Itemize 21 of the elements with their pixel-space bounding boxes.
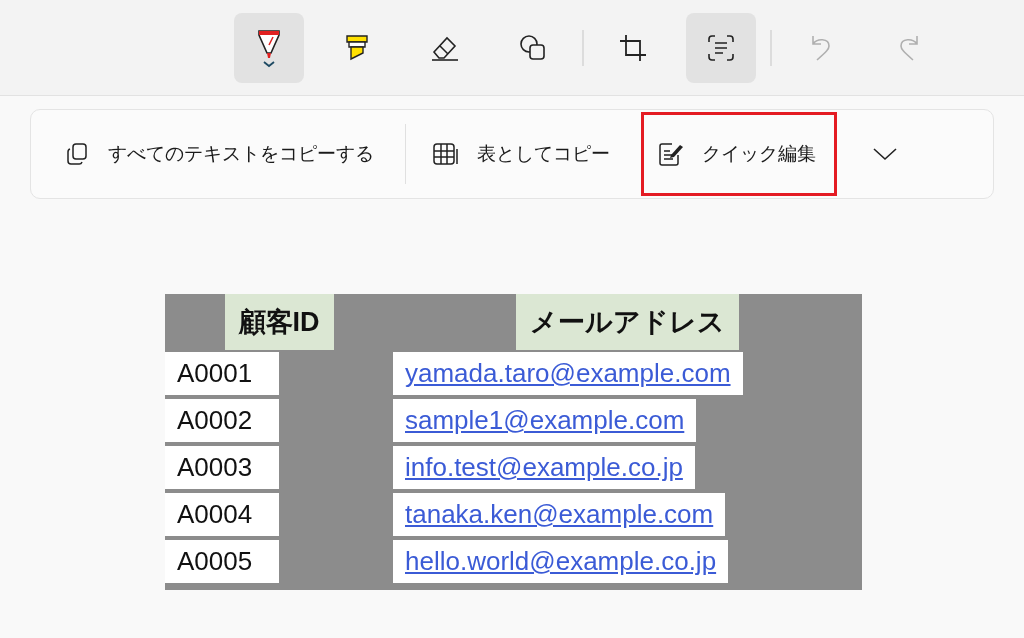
table-cell: A0004 bbox=[165, 491, 393, 538]
copy-all-button[interactable]: すべてのテキストをコピーする bbox=[49, 112, 395, 196]
pen-tool-button[interactable] bbox=[234, 12, 304, 83]
highlighter-icon bbox=[344, 32, 370, 63]
table-cell: A0005 bbox=[165, 538, 393, 585]
column-header: 顧客ID bbox=[165, 294, 393, 350]
quick-edit-button[interactable]: クイック編集 bbox=[641, 112, 837, 196]
table-icon bbox=[431, 141, 459, 167]
copy-table-button[interactable]: 表としてコピー bbox=[416, 112, 631, 196]
crop-icon bbox=[618, 32, 648, 63]
text-scan-icon bbox=[707, 33, 735, 62]
table-cell: A0002 bbox=[165, 397, 393, 444]
edit-document-icon bbox=[656, 140, 684, 168]
chevron-down-icon bbox=[872, 146, 898, 162]
shapes-icon bbox=[518, 32, 548, 63]
table-cell: A0001 bbox=[165, 350, 393, 397]
copy-icon bbox=[64, 141, 90, 167]
column-header: メールアドレス bbox=[393, 294, 862, 350]
pen-icon bbox=[256, 27, 282, 68]
table-cell: A0003 bbox=[165, 444, 393, 491]
text-actions-tool-button[interactable] bbox=[686, 12, 756, 83]
